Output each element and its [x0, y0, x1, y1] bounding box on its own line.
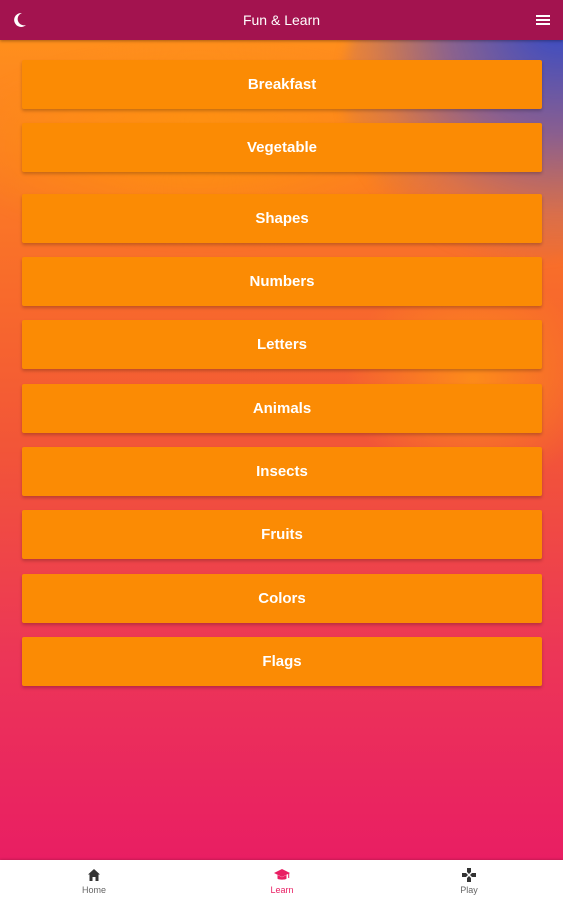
nav-tab-play[interactable]: Play: [409, 860, 529, 900]
home-icon: [88, 869, 100, 881]
category-button-animals[interactable]: Animals: [22, 384, 542, 433]
category-button-flags[interactable]: Flags: [22, 637, 542, 686]
gamepad-icon: [462, 868, 476, 882]
category-button-letters[interactable]: Letters: [22, 320, 542, 369]
category-button-fruits[interactable]: Fruits: [22, 510, 542, 559]
nav-label-learn: Learn: [270, 885, 294, 895]
app-title: Fun & Learn: [242, 12, 321, 28]
category-content: Breakfast Vegetable Shapes Numbers Lette…: [0, 40, 563, 860]
app-screen: Fun & Learn Breakfast Vegetable Shapes N…: [0, 0, 563, 900]
graduation-cap-icon: [274, 869, 290, 880]
nav-label-play: Play: [460, 885, 478, 895]
nav-label-home: Home: [81, 885, 106, 895]
nav-tab-home[interactable]: Home: [34, 860, 154, 900]
category-button-numbers[interactable]: Numbers: [22, 257, 542, 306]
category-button-colors[interactable]: Colors: [22, 574, 542, 623]
category-button-shapes[interactable]: Shapes: [22, 194, 542, 243]
top-app-bar: Fun & Learn: [0, 0, 563, 40]
menu-icon: [536, 15, 550, 25]
category-button-vegetable[interactable]: Vegetable: [22, 123, 542, 172]
category-button-breakfast[interactable]: Breakfast: [22, 60, 542, 109]
category-button-insects[interactable]: Insects: [22, 447, 542, 496]
bottom-navigation: Home Learn Play: [0, 860, 563, 900]
menu-button[interactable]: [529, 6, 557, 34]
nav-tab-learn[interactable]: Learn: [222, 860, 342, 900]
